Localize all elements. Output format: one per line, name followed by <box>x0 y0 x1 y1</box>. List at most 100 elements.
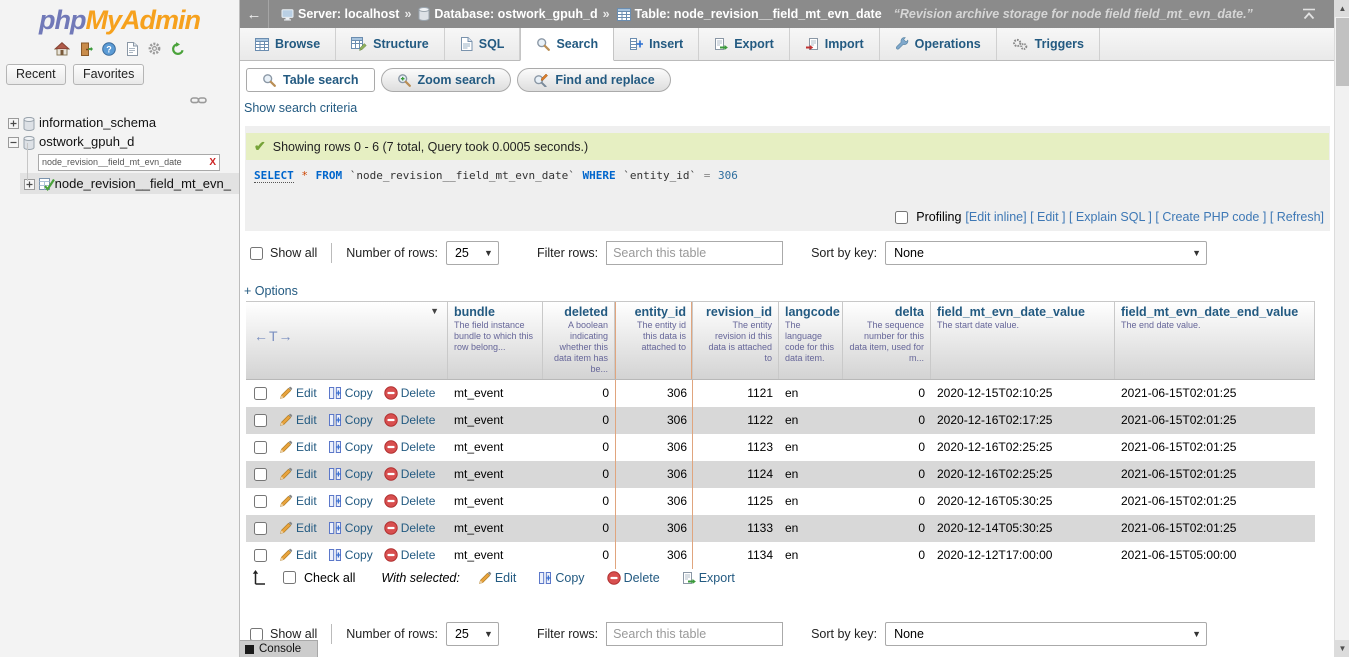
edit-row-link[interactable]: Edit <box>279 521 317 535</box>
selected-delete-button[interactable]: Delete <box>607 571 660 585</box>
edit-row-link[interactable]: Edit <box>279 440 317 454</box>
number-of-rows-select[interactable]: 25▼ <box>446 241 499 265</box>
tab-search[interactable]: Search <box>520 28 614 61</box>
subtab-zoom-search[interactable]: Zoom search <box>381 68 512 92</box>
options-link[interactable]: + Options <box>244 284 298 298</box>
tree-item-ostwork-gpuh-d[interactable]: ostwork_gpuh_d <box>0 132 239 151</box>
tree-item-selected-table[interactable]: node_revision__field_mt_evn_ <box>20 173 239 194</box>
selected-table-label[interactable]: node_revision__field_mt_evn_ <box>55 176 231 191</box>
selected-copy-button[interactable]: Copy <box>538 571 584 585</box>
copy-row-link[interactable]: Copy <box>328 521 373 535</box>
copy-row-link[interactable]: Copy <box>328 467 373 481</box>
number-of-rows-select[interactable]: 25▼ <box>446 622 499 646</box>
query-action-link[interactable]: [ Explain SQL ] <box>1069 210 1152 224</box>
profiling-checkbox[interactable] <box>895 211 908 224</box>
copy-row-link[interactable]: Copy <box>328 440 373 454</box>
favorites-button[interactable]: Favorites <box>73 64 144 85</box>
home-icon[interactable] <box>54 42 70 56</box>
delete-row-link[interactable]: Delete <box>384 467 436 481</box>
delete-row-link[interactable]: Delete <box>384 413 436 427</box>
expand-icon[interactable] <box>8 118 19 129</box>
column-header-langcode[interactable]: langcodeThe language code for this data … <box>779 302 843 379</box>
delete-row-link[interactable]: Delete <box>384 386 436 400</box>
column-name[interactable]: delta <box>849 305 924 319</box>
copy-row-link[interactable]: Copy <box>328 494 373 508</box>
row-checkbox[interactable] <box>254 549 267 562</box>
column-header-delta[interactable]: deltaThe sequence number for this data i… <box>843 302 931 379</box>
edit-row-link[interactable]: Edit <box>279 548 317 562</box>
show-all-checkbox[interactable] <box>250 247 263 260</box>
tree-filter-input[interactable]: node_revision__field_mt_evn_date <box>42 157 209 167</box>
column-header-bundle[interactable]: bundleThe field instance bundle to which… <box>448 302 543 379</box>
reload-navigation-icon[interactable] <box>171 42 185 56</box>
tab-import[interactable]: Import <box>790 28 880 60</box>
copy-row-link[interactable]: Copy <box>328 413 373 427</box>
recent-button[interactable]: Recent <box>6 64 66 85</box>
help-icon[interactable]: ? <box>102 42 116 56</box>
query-action-link[interactable]: [ Refresh] <box>1270 210 1324 224</box>
scroll-down-icon[interactable]: ▼ <box>1335 640 1349 657</box>
selected-edit-button[interactable]: Edit <box>478 571 517 585</box>
subtab-table-search[interactable]: Table search <box>246 68 375 92</box>
column-header-field-mt-evn-date-end-value[interactable]: field_mt_evn_date_end_valueThe end date … <box>1115 302 1315 379</box>
scroll-up-icon[interactable]: ▲ <box>1335 0 1349 17</box>
filter-rows-input[interactable] <box>606 622 783 646</box>
breadcrumb-table[interactable]: Table: node_revision__field_mt_evn_date <box>635 7 882 21</box>
check-all-checkbox[interactable] <box>283 571 296 584</box>
back-button[interactable]: ← <box>240 0 269 28</box>
check-all-label[interactable]: Check all <box>304 571 355 585</box>
breadcrumb-database[interactable]: Database: ostwork_gpuh_d <box>434 7 597 21</box>
tree-item-label[interactable]: information_schema <box>39 115 156 130</box>
column-name[interactable]: bundle <box>454 305 536 319</box>
collapse-icon[interactable] <box>8 137 19 148</box>
tab-insert[interactable]: Insert <box>614 28 699 60</box>
filter-rows-input[interactable] <box>606 241 783 265</box>
expand-icon[interactable] <box>24 179 35 190</box>
clear-filter-icon[interactable]: X <box>209 157 216 168</box>
row-checkbox[interactable] <box>254 387 267 400</box>
edit-row-link[interactable]: Edit <box>279 467 317 481</box>
copy-row-link[interactable]: Copy <box>328 548 373 562</box>
sort-by-key-select[interactable]: None▼ <box>885 241 1207 265</box>
tab-operations[interactable]: Operations <box>880 28 997 60</box>
row-checkbox[interactable] <box>254 522 267 535</box>
breadcrumb-server[interactable]: Server: localhost <box>298 7 399 21</box>
column-name[interactable]: entity_id <box>621 305 686 319</box>
tab-export[interactable]: Export <box>699 28 790 60</box>
delete-row-link[interactable]: Delete <box>384 440 436 454</box>
vertical-scrollbar[interactable]: ▲ ▼ <box>1334 0 1349 657</box>
column-name[interactable]: deleted <box>549 305 608 319</box>
column-swap-control[interactable]: ←T→ <box>254 328 294 344</box>
copy-row-link[interactable]: Copy <box>328 386 373 400</box>
delete-row-link[interactable]: Delete <box>384 548 436 562</box>
tree-item-information-schema[interactable]: information_schema <box>0 113 239 132</box>
console-toggle[interactable]: Console <box>240 640 318 657</box>
tab-structure[interactable]: Structure <box>336 28 445 60</box>
column-name[interactable]: field_mt_evn_date_value <box>937 305 1108 319</box>
show-search-criteria-link[interactable]: Show search criteria <box>244 101 357 115</box>
show-all-checkbox[interactable] <box>250 628 263 641</box>
tab-triggers[interactable]: Triggers <box>997 28 1100 60</box>
collapse-topmenu-icon[interactable] <box>1302 8 1316 20</box>
scrollbar-thumb[interactable] <box>1336 18 1349 86</box>
selected-export-button[interactable]: Export <box>682 571 735 585</box>
query-action-link[interactable]: [ Create PHP code ] <box>1155 210 1266 224</box>
tree-item-label[interactable]: ostwork_gpuh_d <box>39 134 134 149</box>
column-header-deleted[interactable]: deletedA boolean indicating whether this… <box>543 302 615 379</box>
row-checkbox[interactable] <box>254 468 267 481</box>
settings-gear-icon[interactable] <box>147 41 162 56</box>
column-name[interactable]: langcode <box>785 305 836 319</box>
docs-icon[interactable] <box>126 42 138 56</box>
tab-sql[interactable]: SQL <box>445 28 521 60</box>
column-header-field-mt-evn-date-value[interactable]: field_mt_evn_date_valueThe start date va… <box>931 302 1115 379</box>
sql-token[interactable]: SELECT <box>254 169 294 183</box>
tab-browse[interactable]: Browse <box>240 28 336 60</box>
sort-by-key-select[interactable]: None▼ <box>885 622 1207 646</box>
query-action-link[interactable]: [Edit inline] <box>965 210 1026 224</box>
subtab-find-and-replace[interactable]: Find and replace <box>517 68 670 92</box>
phpmyadmin-logo[interactable]: phpMyAdmin <box>0 0 239 36</box>
column-name[interactable]: field_mt_evn_date_end_value <box>1121 305 1308 319</box>
row-checkbox[interactable] <box>254 495 267 508</box>
logout-icon[interactable] <box>79 42 93 56</box>
column-header-entity-id[interactable]: entity_idThe entity id this data is atta… <box>615 302 693 379</box>
